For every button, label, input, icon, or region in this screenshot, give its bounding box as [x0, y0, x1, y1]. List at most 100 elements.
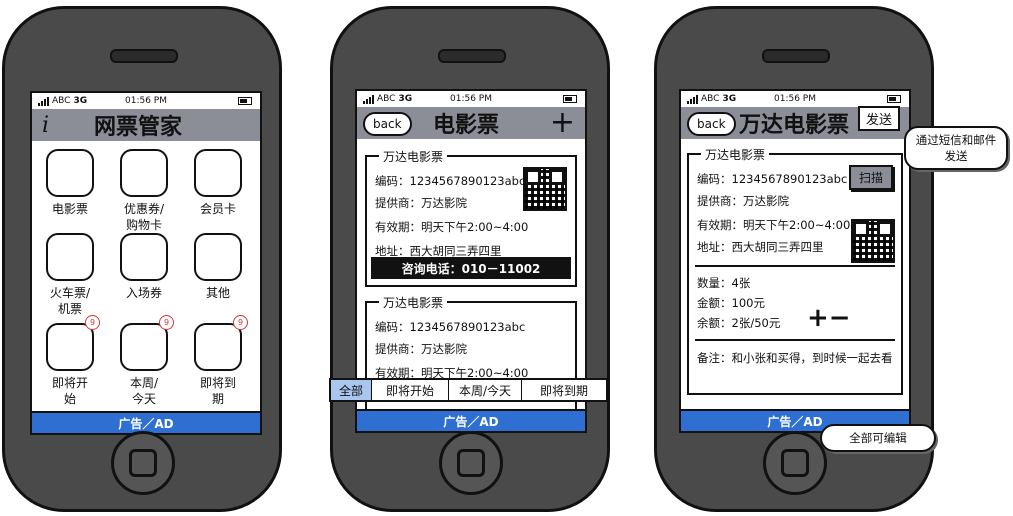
app-movie-ticket[interactable]: 电影票 [38, 149, 102, 217]
ad-banner[interactable]: 广告／AD [32, 411, 260, 433]
ticket-detail-card[interactable]: 万达电影票 编码：1234567890123abc 提供商：万达影院 有效期：明… [687, 146, 903, 395]
ticket-title: 万达电影票 [379, 148, 448, 165]
signal-icon [363, 94, 374, 104]
app-icon[interactable]: 9 [46, 315, 100, 371]
app-other[interactable]: 其他 [186, 233, 250, 301]
status-bar: ABC 3G 01:56 PM [32, 93, 260, 109]
app-label: 本周/今天 [129, 376, 159, 406]
ticket-balance: 余额：2张/50元 [697, 316, 781, 330]
call-button[interactable]: 咨询电话：010－11002 [371, 257, 571, 279]
app-admission[interactable]: 入场券 [112, 233, 176, 301]
network: 3G [398, 94, 413, 104]
phone-ticket-list: ABC 3G 01:56 PM back 电影票 + 万达电影票 编码：1234… [330, 6, 610, 512]
title-bar: i 网票管家 [32, 109, 260, 141]
app-label: 其他 [205, 286, 230, 300]
info-icon[interactable]: i [42, 113, 49, 138]
page-title: 万达电影票 [739, 113, 850, 138]
qr-code-icon [523, 167, 567, 211]
ticket-title: 万达电影票 [701, 146, 770, 163]
count-badge: 9 [85, 315, 100, 330]
app-label: 电影票 [51, 202, 88, 216]
carrier: ABC [701, 94, 720, 104]
home-screen: ABC 3G 01:56 PM i 网票管家 电影票 优惠券/购物卡 会员卡 火… [30, 91, 262, 435]
home-button[interactable] [763, 431, 827, 495]
filter-tabs: 全部 即将开始 本周/今天 即将到期 [329, 378, 608, 402]
home-button[interactable] [439, 431, 503, 495]
count-badge: 9 [159, 315, 174, 330]
phone-home: ABC 3G 01:56 PM i 网票管家 电影票 优惠券/购物卡 会员卡 火… [2, 6, 282, 512]
count-badge: 9 [233, 315, 248, 330]
speaker [762, 49, 830, 63]
app-member-card[interactable]: 会员卡 [186, 149, 250, 217]
ticket-validity: 有效期：明天下午2:00~4:00 [697, 218, 851, 232]
app-icon[interactable] [194, 233, 242, 281]
ticket-provider: 提供商：万达影院 [697, 194, 789, 208]
divider [695, 339, 895, 341]
app-train-flight[interactable]: 火车票/机票 [38, 233, 102, 317]
ticket-code: 编码：1234567890123abc [375, 174, 526, 188]
tab-expiring[interactable]: 即将到期 [522, 380, 606, 400]
ticket-title: 万达电影票 [379, 294, 448, 311]
battery-icon [238, 97, 252, 105]
title-bar: back 电影票 + [357, 105, 585, 140]
app-label: 入场券 [125, 286, 162, 300]
app-label: 火车票/机票 [49, 286, 91, 316]
send-note-callout: 通过短信和邮件发送 [904, 126, 1008, 170]
ad-banner[interactable]: 广告／AD [357, 409, 585, 431]
app-label: 会员卡 [199, 202, 236, 216]
page-title: 电影票 [433, 113, 500, 138]
ticket-provider: 提供商：万达影院 [375, 196, 467, 210]
clock: 01:56 PM [774, 94, 816, 104]
status-bar: ABC 3G 01:56 PM [681, 91, 909, 107]
plus-minus-stepper[interactable]: +− [807, 303, 851, 333]
app-expiring[interactable]: 9 即将到期 [186, 315, 250, 407]
ticket-provider: 提供商：万达影院 [375, 342, 467, 356]
tab-upcoming[interactable]: 即将开始 [372, 380, 449, 400]
ticket-card[interactable]: 万达电影票 编码：1234567890123abc 提供商：万达影院 有效期：明… [365, 148, 577, 287]
network: 3G [73, 96, 88, 106]
qr-code-icon [851, 219, 895, 263]
clock: 01:56 PM [125, 96, 167, 106]
add-icon[interactable]: + [550, 105, 575, 140]
app-icon[interactable] [194, 149, 242, 197]
tab-this-week[interactable]: 本周/今天 [449, 380, 522, 400]
ticket-amount: 金额：100元 [697, 296, 765, 310]
carrier: ABC [52, 96, 71, 106]
battery-icon [887, 95, 901, 103]
divider [695, 265, 895, 267]
clock: 01:56 PM [450, 94, 492, 104]
speaker [438, 49, 506, 63]
app-icon[interactable] [120, 149, 168, 197]
app-icon[interactable]: 9 [120, 315, 174, 371]
ticket-address: 地址：西大胡同三弄四里 [697, 240, 824, 254]
send-button[interactable]: 发送 [858, 106, 901, 131]
app-icon[interactable] [46, 233, 94, 281]
app-this-week[interactable]: 9 本周/今天 [112, 315, 176, 407]
speaker [110, 49, 178, 63]
signal-icon [687, 94, 698, 104]
app-coupon[interactable]: 优惠券/购物卡 [112, 149, 176, 233]
ticket-card[interactable]: 万达电影票 编码：1234567890123abc 提供商：万达影院 有效期：明… [365, 294, 577, 425]
app-upcoming[interactable]: 9 即将开始 [38, 315, 102, 407]
ticket-code: 编码：1234567890123abc [375, 320, 526, 334]
home-button[interactable] [111, 431, 175, 495]
ticket-quantity: 数量：4张 [697, 276, 751, 290]
app-icon[interactable]: 9 [194, 315, 248, 371]
edit-note-callout: 全部可编辑 [820, 424, 936, 452]
ticket-code: 编码：1234567890123abc [697, 172, 848, 186]
ticket-validity: 有效期：明天下午2:00~4:00 [375, 220, 529, 234]
tab-all[interactable]: 全部 [331, 380, 372, 400]
app-label: 优惠券/购物卡 [123, 202, 165, 232]
signal-icon [38, 96, 49, 106]
page-title: 网票管家 [94, 115, 183, 140]
back-button[interactable]: back [687, 112, 736, 136]
app-icon[interactable] [46, 149, 94, 197]
carrier: ABC [377, 94, 396, 104]
battery-icon [563, 95, 577, 103]
app-label: 即将到期 [199, 376, 236, 406]
app-label: 即将开始 [51, 376, 88, 406]
ticket-note: 备注：和小张和买得，到时候一起去看 [697, 351, 893, 365]
scan-button[interactable]: 扫描 [848, 165, 893, 190]
back-button[interactable]: back [363, 112, 412, 136]
app-icon[interactable] [120, 233, 168, 281]
